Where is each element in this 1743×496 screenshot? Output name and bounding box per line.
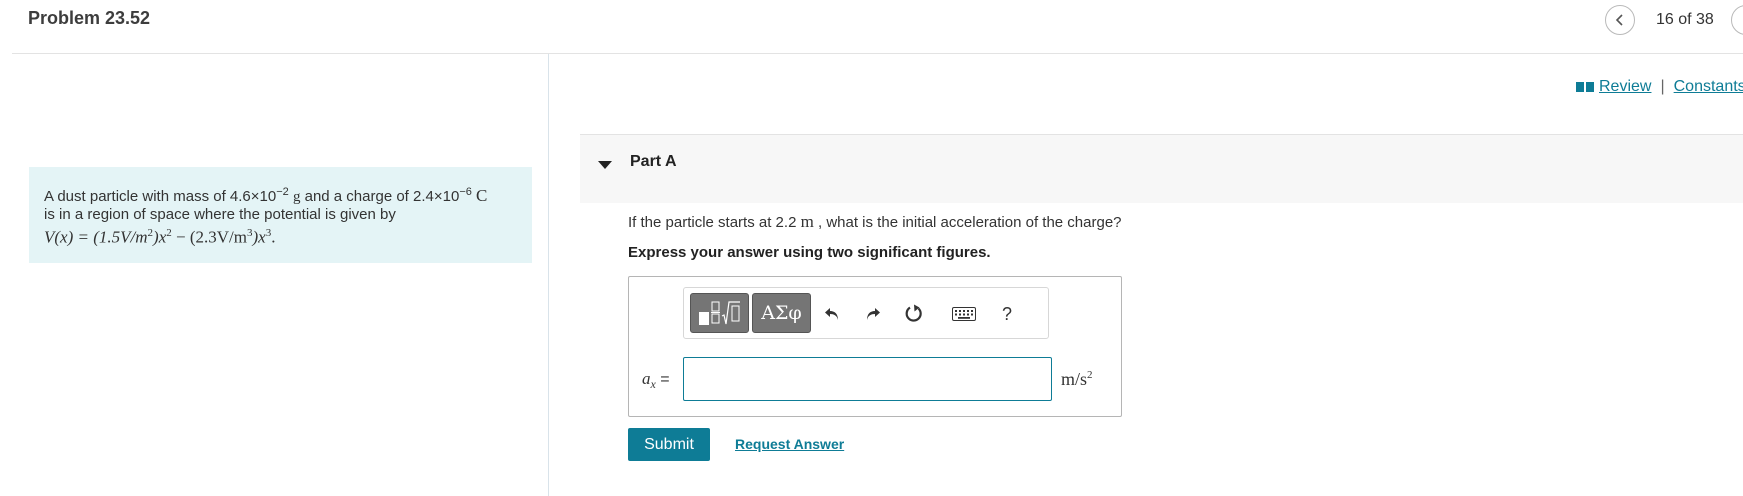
question-text-post: , what is the initial acceleration of th… — [813, 214, 1122, 231]
request-answer-link[interactable]: Request Answer — [735, 436, 844, 452]
header-bar: Problem 23.52 16 of 38 — [0, 0, 1743, 54]
constants-link[interactable]: Constants — [1674, 78, 1743, 96]
problem-line-2: is in a region of space where the potent… — [44, 206, 396, 223]
answer-panel: ΑΣφ ? ax = m/s2 — [628, 276, 1122, 417]
submit-button[interactable]: Submit — [628, 428, 710, 461]
problem-text-mass: A dust particle with mass of 4.6×10 — [44, 188, 277, 205]
help-icon: ? — [1001, 303, 1012, 324]
answer-unit: m/s2 — [1061, 369, 1093, 390]
previous-problem-button[interactable] — [1605, 5, 1635, 35]
answer-input[interactable] — [683, 357, 1052, 401]
review-link[interactable]: Review — [1599, 78, 1651, 96]
reset-icon — [905, 304, 922, 322]
keyboard-button[interactable] — [950, 301, 978, 327]
unit-exponent: 2 — [1087, 369, 1093, 381]
potential-equation: V(x) = (1.5V/m2)x2 − (2.3V/m3)x3. — [44, 224, 518, 247]
redo-button[interactable] — [860, 301, 886, 327]
charge-exponent: −6 — [459, 186, 472, 198]
templates-button[interactable] — [690, 293, 749, 333]
reset-button[interactable] — [901, 301, 927, 327]
question-text: If the particle starts at 2.2 m , what i… — [628, 212, 1122, 232]
column-divider — [548, 54, 549, 496]
mass-exponent: −2 — [276, 186, 289, 198]
keyboard-icon — [952, 307, 976, 321]
caret-down-icon[interactable] — [598, 161, 612, 169]
charge-unit: C — [476, 186, 488, 205]
help-button[interactable]: ? — [994, 301, 1020, 327]
variable-symbol: a — [642, 369, 651, 388]
resource-links: Review | Constants — [1576, 78, 1743, 96]
equation-part-1: )x — [153, 227, 167, 247]
undo-icon — [825, 308, 838, 320]
page-title: Problem 23.52 — [28, 8, 151, 28]
next-problem-button[interactable] — [1731, 5, 1743, 35]
answer-variable-label: ax = — [642, 369, 670, 392]
question-unit: m — [800, 212, 814, 231]
equation-part-3: )x — [252, 227, 266, 247]
chevron-left-icon — [1615, 14, 1623, 26]
math-toolbar: ΑΣφ ? — [683, 287, 1049, 339]
equation-part-2: − (2.3V/m — [171, 227, 247, 247]
part-a-header[interactable]: Part A — [580, 134, 1743, 203]
redo-icon — [867, 308, 880, 320]
question-text-pre: If the particle starts at 2.2 — [628, 214, 801, 231]
problem-text-charge: and a charge of 2.4×10 — [300, 188, 460, 205]
problem-line-1: A dust particle with mass of 4.6×10−2 g … — [44, 183, 518, 206]
undo-button[interactable] — [819, 301, 845, 327]
templates-icon — [699, 301, 740, 325]
header-divider — [12, 53, 1743, 54]
equation-period: . — [271, 227, 276, 247]
problem-statement: A dust particle with mass of 4.6×10−2 g … — [29, 167, 532, 263]
equation-lhs: V(x) = (1.5V/m — [44, 227, 148, 247]
problem-counter: 16 of 38 — [1656, 11, 1714, 28]
book-icon — [1576, 82, 1594, 92]
symbols-button[interactable]: ΑΣφ — [752, 293, 811, 333]
part-title[interactable]: Part A — [630, 153, 677, 171]
link-separator: | — [1660, 78, 1665, 95]
unit-base: m/s — [1061, 369, 1088, 389]
equals-sign: = — [655, 371, 670, 388]
instruction-text: Express your answer using two significan… — [628, 244, 991, 261]
